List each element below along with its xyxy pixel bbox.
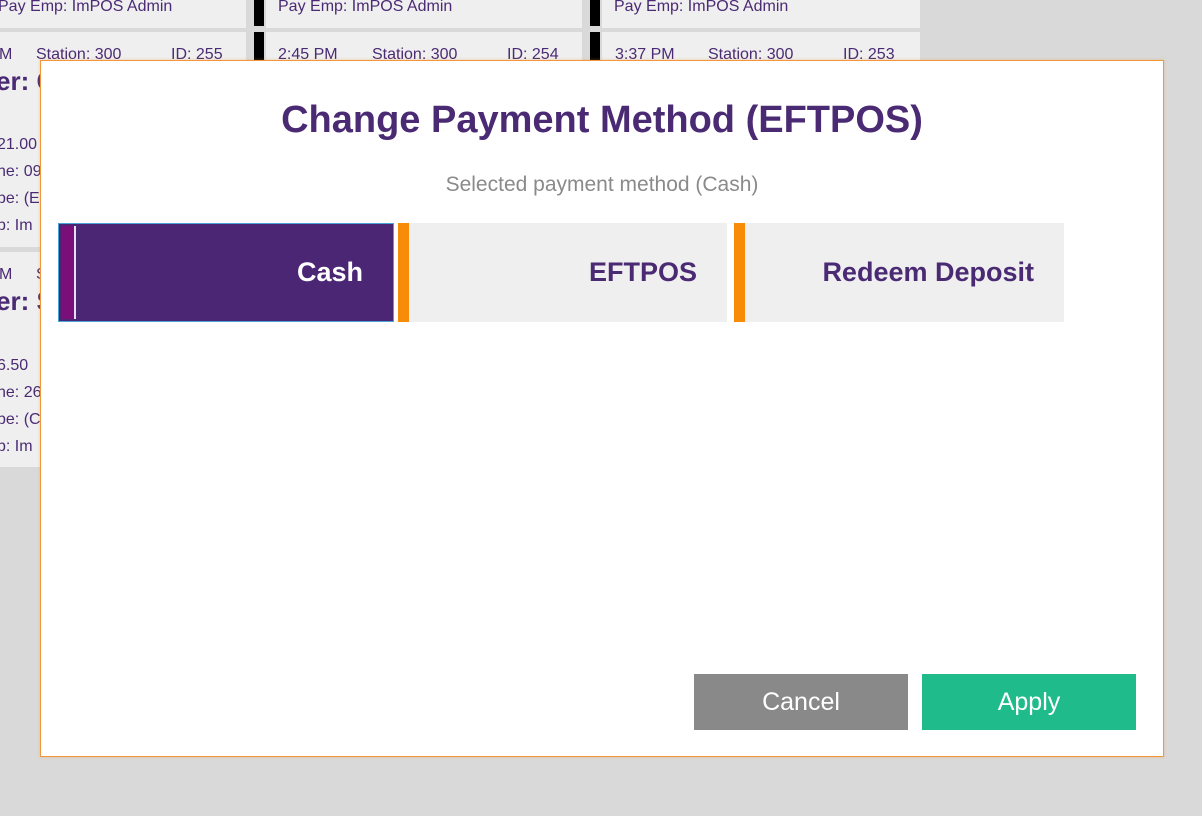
order-card-top-3[interactable]: Pay Emp: ImPOS Admin xyxy=(602,0,920,28)
order-card-3[interactable]: 3:37 PM Station: 300 ID: 253 xyxy=(602,32,920,63)
order-line: pe: (E xyxy=(0,190,40,207)
card-divider-bar xyxy=(254,32,264,62)
pay-emp-text: Pay Emp: ImPOS Admin xyxy=(0,0,173,15)
order-line: p: Im xyxy=(0,438,33,455)
change-payment-method-dialog: Change Payment Method (EFTPOS) Selected … xyxy=(40,60,1164,757)
order-line: 6.50 xyxy=(0,357,29,374)
order-line: pe: (C xyxy=(0,411,41,428)
payment-method-cash-button[interactable]: Cash xyxy=(58,223,394,322)
order-line: p: Im xyxy=(0,217,33,234)
payment-method-label: Cash xyxy=(296,257,363,287)
card-divider-bar xyxy=(254,0,264,26)
pay-emp-text: Pay Emp: ImPOS Admin xyxy=(278,0,453,15)
payment-method-redeem-deposit-button[interactable]: Redeem Deposit xyxy=(734,223,1064,322)
dialog-subtitle: Selected payment method (Cash) xyxy=(445,173,759,196)
payment-method-eftpos-button[interactable]: EFTPOS xyxy=(398,223,727,322)
card-divider-bar xyxy=(590,0,600,26)
order-card-top-2[interactable]: Pay Emp: ImPOS Admin xyxy=(266,0,582,28)
method-accent-bar xyxy=(734,223,745,322)
order-time: M xyxy=(0,46,13,63)
apply-button[interactable]: Apply xyxy=(922,674,1136,730)
order-line: ne: 09 xyxy=(0,163,42,180)
pay-emp-text: Pay Emp: ImPOS Admin xyxy=(614,0,789,15)
order-card-2[interactable]: 2:45 PM Station: 300 ID: 254 xyxy=(266,32,582,63)
order-line: ne: 26 xyxy=(0,384,42,401)
card-divider-bar xyxy=(590,32,600,62)
order-time: M xyxy=(0,266,13,283)
dialog-title: Change Payment Method (EFTPOS) xyxy=(281,99,923,141)
cancel-button[interactable]: Cancel xyxy=(694,674,908,730)
order-line: 21.00 xyxy=(0,136,38,153)
method-accent-bar xyxy=(398,223,409,322)
payment-method-label: EFTPOS xyxy=(588,257,697,287)
order-card-top-1[interactable]: Pay Emp: ImPOS Admin xyxy=(0,0,246,28)
method-accent-bar xyxy=(62,226,76,319)
payment-method-label: Redeem Deposit xyxy=(822,257,1034,287)
